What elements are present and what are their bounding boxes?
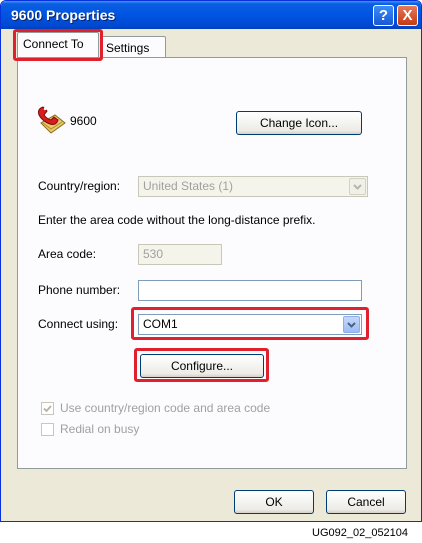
country-label: Country/region: — [38, 179, 121, 193]
highlight-tab — [13, 29, 103, 61]
close-button[interactable]: X — [397, 5, 418, 26]
instructions-text: Enter the area code without the long-dis… — [38, 213, 316, 227]
area-code-label: Area code: — [38, 247, 97, 261]
use-country-code-checkbox[interactable] — [41, 402, 54, 415]
redial-on-busy-label: Redial on busy — [60, 422, 140, 436]
highlight-configure — [134, 348, 269, 382]
chevron-down-icon[interactable] — [349, 178, 366, 195]
phone-icon — [38, 106, 66, 134]
cancel-button[interactable]: Cancel — [326, 490, 406, 514]
help-button[interactable]: ? — [373, 5, 394, 26]
properties-dialog: 9600 Properties ? X Connect To Settings … — [0, 0, 422, 522]
ok-button[interactable]: OK — [234, 490, 314, 514]
area-code-field[interactable]: 530 — [138, 244, 222, 265]
phone-number-label: Phone number: — [38, 283, 121, 297]
window-title: 9600 Properties — [11, 7, 116, 23]
change-icon-button[interactable]: Change Icon... — [236, 111, 362, 135]
tab-settings[interactable]: Settings — [100, 36, 166, 58]
connect-using-label: Connect using: — [38, 317, 119, 331]
highlight-connect-using — [131, 307, 369, 340]
tab-panel: 9600 Change Icon... Country/region: Unit… — [17, 57, 407, 469]
use-country-code-label: Use country/region code and area code — [60, 401, 271, 415]
figure-caption: UG092_02_052104 — [312, 527, 409, 539]
connection-name: 9600 — [70, 114, 97, 128]
country-value: United States (1) — [143, 179, 234, 193]
title-bar[interactable]: 9600 Properties ? X — [1, 1, 421, 29]
redial-on-busy-checkbox[interactable] — [41, 423, 54, 436]
country-select[interactable]: United States (1) — [138, 176, 368, 197]
phone-number-field[interactable] — [138, 280, 362, 301]
